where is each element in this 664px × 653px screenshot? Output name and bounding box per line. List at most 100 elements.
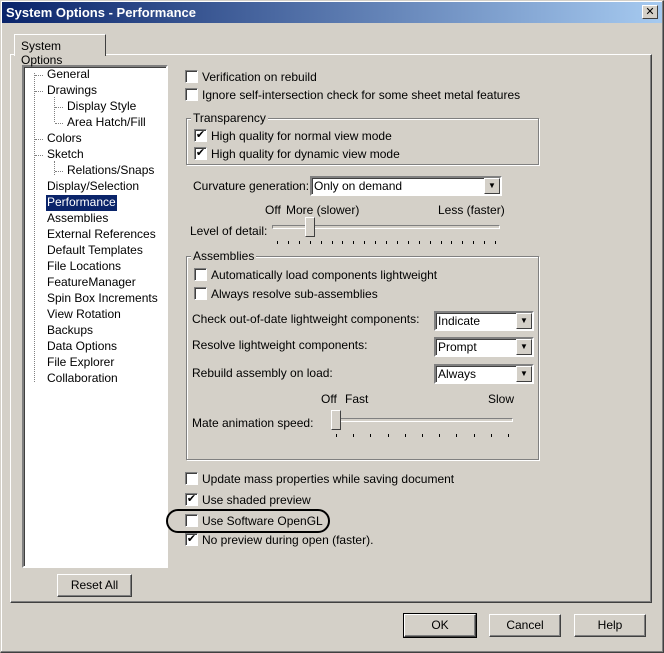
slider-tick	[408, 241, 409, 244]
verification-label: Verification on rebuild	[202, 70, 317, 84]
verification-checkbox[interactable]	[185, 70, 198, 83]
slider-tick	[364, 241, 365, 244]
slider-tick	[422, 434, 423, 437]
tab-label: System Options	[21, 39, 63, 67]
rebuild-on-load-value: Always	[438, 367, 477, 381]
no-preview-checkbox[interactable]: ✔	[185, 533, 198, 546]
slider-tick	[441, 241, 442, 244]
slider-tick	[299, 241, 300, 244]
transparency-normal-label: High quality for normal view mode	[211, 129, 392, 143]
tree-item-file-locations[interactable]: File Locations	[46, 259, 122, 275]
lod-less-label: Less (faster)	[438, 203, 505, 217]
tree-item-display-style[interactable]: Display Style	[66, 99, 137, 115]
help-button[interactable]: Help	[574, 614, 646, 637]
tree-connector	[34, 73, 35, 382]
tree-item-colors[interactable]: Colors	[46, 131, 83, 147]
mate-fast-label: Fast	[345, 392, 369, 406]
mate-slider-track	[331, 418, 513, 422]
tree-connector	[54, 161, 55, 175]
resolve-lightweight-select[interactable]: Prompt ▼	[434, 337, 534, 357]
chevron-down-icon[interactable]: ▼	[516, 366, 532, 382]
mate-slow-label: Slow	[488, 392, 515, 406]
tree-item-sketch[interactable]: Sketch	[46, 147, 85, 163]
lod-slider-thumb[interactable]	[305, 217, 315, 237]
slider-tick	[473, 241, 474, 244]
cancel-button[interactable]: Cancel	[489, 614, 561, 637]
slider-tick	[310, 241, 311, 244]
slider-tick	[388, 434, 389, 437]
curvature-select[interactable]: Only on demand ▼	[310, 176, 502, 196]
transparency-dynamic-label: High quality for dynamic view mode	[211, 147, 400, 161]
chevron-down-icon[interactable]: ▼	[516, 313, 532, 329]
tree-item-data-options[interactable]: Data Options	[46, 339, 118, 355]
tree-item-default-templates[interactable]: Default Templates	[46, 243, 144, 259]
slider-tick	[288, 241, 289, 244]
slider-tick	[370, 434, 371, 437]
tree-item-relations-snaps[interactable]: Relations/Snaps	[66, 163, 155, 179]
transparency-group-title: Transparency	[191, 111, 268, 125]
level-of-detail-slider[interactable]	[272, 217, 500, 245]
auto-lightweight-checkbox[interactable]	[194, 268, 207, 281]
slider-tick	[336, 434, 337, 437]
tree-item-spin-box-increments[interactable]: Spin Box Increments	[46, 291, 159, 307]
slider-tick	[495, 241, 496, 244]
no-preview-label: No preview during open (faster).	[202, 533, 374, 547]
slider-tick	[386, 241, 387, 244]
window-title: System Options - Performance	[6, 5, 196, 20]
tree-branch	[55, 107, 63, 108]
check-outdated-label: Check out-of-date lightweight components…	[192, 312, 420, 326]
check-outdated-select[interactable]: Indicate ▼	[434, 311, 534, 331]
slider-tick	[474, 434, 475, 437]
tree-item-external-references[interactable]: External References	[46, 227, 157, 243]
shaded-preview-label: Use shaded preview	[202, 493, 311, 507]
options-tree[interactable]: General Drawings Display Style Area Hatc…	[22, 65, 168, 568]
reset-all-button[interactable]: Reset All	[57, 574, 132, 597]
tree-item-featuremanager[interactable]: FeatureManager	[46, 275, 137, 291]
ignore-self-intersection-checkbox[interactable]	[185, 88, 198, 101]
slider-tick	[451, 241, 452, 244]
tree-item-view-rotation[interactable]: View Rotation	[46, 307, 122, 323]
slider-tick	[353, 241, 354, 244]
tree-branch	[55, 123, 63, 124]
curvature-select-value: Only on demand	[314, 179, 403, 193]
slider-tick	[342, 241, 343, 244]
tree-branch	[35, 139, 43, 140]
slider-tick	[375, 241, 376, 244]
ok-button[interactable]: OK	[403, 613, 477, 638]
slider-tick	[439, 434, 440, 437]
resolve-lightweight-label: Resolve lightweight components:	[192, 338, 368, 352]
mate-animation-slider[interactable]	[331, 410, 513, 438]
tree-item-general[interactable]: General	[46, 67, 91, 83]
tree-branch	[55, 171, 63, 172]
slider-tick	[491, 434, 492, 437]
tree-item-backups[interactable]: Backups	[46, 323, 94, 339]
chevron-down-icon[interactable]: ▼	[484, 178, 500, 194]
resolve-sub-checkbox[interactable]	[194, 287, 207, 300]
tree-item-assemblies[interactable]: Assemblies	[46, 211, 109, 227]
update-mass-checkbox[interactable]	[185, 472, 198, 485]
tree-item-collaboration[interactable]: Collaboration	[46, 371, 119, 387]
slider-tick	[321, 241, 322, 244]
slider-tick	[405, 434, 406, 437]
transparency-dynamic-checkbox[interactable]: ✔	[194, 147, 207, 160]
tab-system-options[interactable]: System Options	[14, 34, 106, 67]
tree-connector	[54, 97, 55, 122]
rebuild-on-load-select[interactable]: Always ▼	[434, 364, 534, 384]
tree-item-area-hatch-fill[interactable]: Area Hatch/Fill	[66, 115, 147, 131]
shaded-preview-checkbox[interactable]: ✔	[185, 493, 198, 506]
mate-animation-label: Mate animation speed:	[192, 416, 314, 430]
tree-item-performance[interactable]: Performance	[45, 194, 118, 212]
assemblies-group-title: Assemblies	[191, 249, 257, 263]
close-button[interactable]: ✕	[642, 5, 658, 19]
highlight-ellipse	[166, 509, 330, 533]
tree-item-file-explorer[interactable]: File Explorer	[46, 355, 115, 371]
mate-slider-thumb[interactable]	[331, 410, 341, 430]
chevron-down-icon[interactable]: ▼	[516, 339, 532, 355]
tree-item-display-selection[interactable]: Display/Selection	[46, 179, 140, 195]
slider-tick	[277, 241, 278, 244]
tree-item-drawings[interactable]: Drawings	[46, 83, 98, 99]
slider-tick	[456, 434, 457, 437]
rebuild-on-load-label: Rebuild assembly on load:	[192, 366, 333, 380]
slider-tick	[332, 241, 333, 244]
transparency-normal-checkbox[interactable]: ✔	[194, 129, 207, 142]
